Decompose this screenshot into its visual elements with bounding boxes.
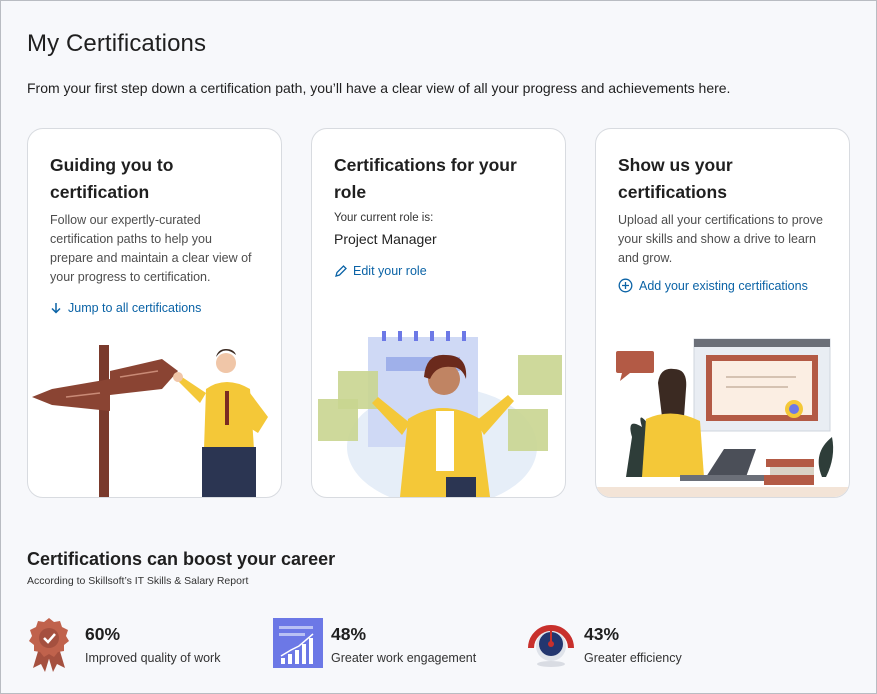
- page-title: My Certifications: [27, 30, 207, 57]
- description-line: prepare and maintain a clear view of: [50, 251, 252, 265]
- current-role-value: Project Manager: [334, 231, 437, 247]
- card-title-line1: Certifications for your: [334, 155, 517, 175]
- bar-chart-icon: [273, 618, 323, 668]
- link-label: Jump to all certifications: [68, 301, 202, 315]
- stat-engagement: 48% Greater work engagement: [273, 618, 503, 672]
- jump-to-all-certifications-link[interactable]: Jump to all certifications: [50, 301, 201, 315]
- add-existing-certifications-link[interactable]: Add your existing certifications: [618, 278, 808, 293]
- card-guiding: Guiding you to certification Follow our …: [27, 128, 282, 498]
- card-title-line1: Guiding you to: [50, 155, 174, 175]
- description-line: and grow.: [618, 251, 673, 265]
- description-line: Follow our expertly-curated: [50, 213, 201, 227]
- current-role-label: Your current role is:: [334, 212, 434, 224]
- description-line: certification paths to help you: [50, 232, 212, 246]
- stat-label: Greater efficiency: [584, 651, 682, 665]
- card-title-line2: role: [334, 182, 367, 202]
- link-label: Add your existing certifications: [639, 278, 808, 293]
- pencil-icon: [335, 264, 347, 277]
- card-title-line2: certifications: [618, 182, 727, 202]
- arrow-down-icon: [51, 303, 61, 314]
- card-upload: Show us your certifications Upload all y…: [595, 128, 850, 498]
- plus-circle-icon: [618, 278, 633, 293]
- link-label: Edit your role: [353, 264, 427, 278]
- card-role: Certifications for your role Your curren…: [311, 128, 566, 498]
- card-description: Follow our expertly-curated certificatio…: [50, 211, 252, 287]
- award-ribbon-icon: [29, 618, 69, 672]
- description-line: your skills and show a drive to learn: [618, 232, 817, 246]
- career-section-title: Certifications can boost your career: [27, 549, 336, 569]
- stat-label: Improved quality of work: [85, 651, 221, 665]
- role-illustration: [318, 331, 562, 497]
- stat-percent: 60%: [85, 624, 121, 644]
- upload-illustration: [596, 338, 849, 497]
- card-description: Upload all your certifications to prove …: [618, 211, 823, 268]
- card-title: Certifications for your role: [334, 152, 549, 206]
- stat-label: Greater work engagement: [331, 651, 477, 665]
- card-title: Show us your certifications: [618, 152, 833, 206]
- card-title: Guiding you to certification: [50, 152, 265, 206]
- stat-quality: 60% Improved quality of work: [27, 618, 257, 672]
- stat-efficiency: 43% Greater efficiency: [527, 618, 757, 672]
- page-subtitle: From your first step down a certificatio…: [27, 80, 731, 96]
- stat-percent: 43%: [584, 624, 620, 644]
- page-frame: My Certifications From your first step d…: [0, 0, 877, 694]
- card-title-line1: Show us your: [618, 155, 733, 175]
- signpost-illustration: [32, 345, 268, 497]
- description-line: Upload all your certifications to prove: [618, 213, 823, 227]
- stat-percent: 48%: [331, 624, 367, 644]
- card-title-line2: certification: [50, 182, 150, 202]
- description-line: your progress to certification.: [50, 270, 211, 284]
- career-source-note: According to Skillsoft’s IT Skills & Sal…: [27, 575, 249, 587]
- edit-your-role-link[interactable]: Edit your role: [334, 264, 427, 278]
- gauge-icon: [528, 625, 574, 667]
